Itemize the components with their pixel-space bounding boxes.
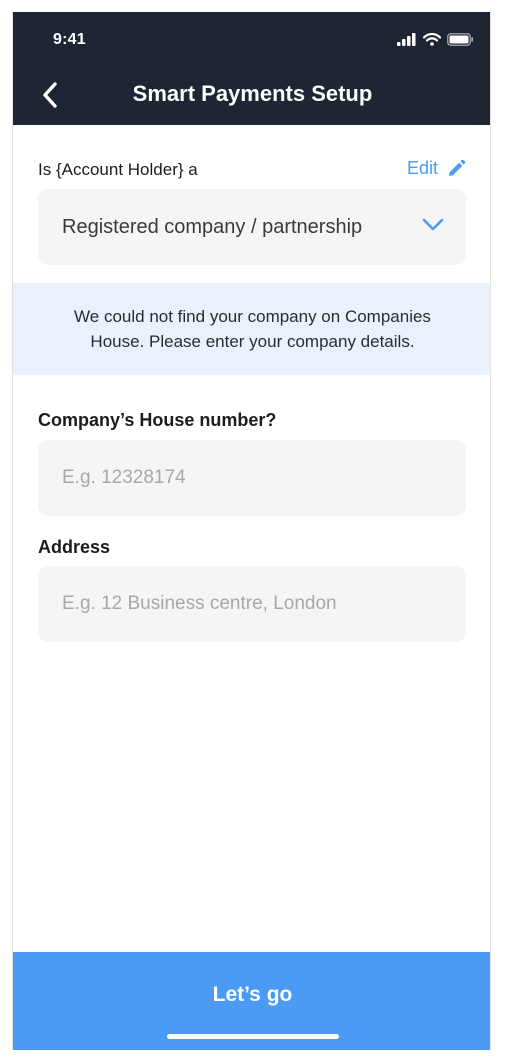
home-indicator [167,1034,339,1039]
page-title: Smart Payments Setup [132,81,373,106]
company-number-label: Company’s House number? [38,410,277,430]
edit-label: Edit [406,158,438,178]
wifi-icon [423,33,441,46]
info-banner-line-2: House. Please enter your company details… [90,332,415,351]
company-number-input[interactable] [38,440,466,516]
info-banner-text: We could not find your company on Compan… [74,304,431,354]
address-label: Address [38,537,111,557]
status-time: 9:41 [53,31,86,48]
battery-icon [447,33,474,46]
address-input[interactable] [38,566,466,642]
account-type-question: Is {Account Holder} a [38,160,198,179]
account-type-value: Registered company / partnership [62,215,363,238]
app-header: 9:41 Smart Payments Setup [13,12,490,125]
lets-go-label: Let’s go [212,983,293,1006]
account-type-select[interactable]: Registered company / partnership [38,189,466,265]
info-banner: We could not find your company on Compan… [13,283,490,375]
edit-button[interactable]: Edit [407,158,466,179]
status-icons [397,33,474,46]
chevron-down-icon [422,218,444,231]
signal-icon [397,33,416,46]
info-banner-line-1: We could not find your company on Compan… [74,307,431,326]
lets-go-button[interactable]: Let’s go [13,952,490,1050]
pencil-icon [449,159,466,176]
phone-screen: 9:41 Smart Payments Setup Is {Account Ho… [12,12,491,1050]
